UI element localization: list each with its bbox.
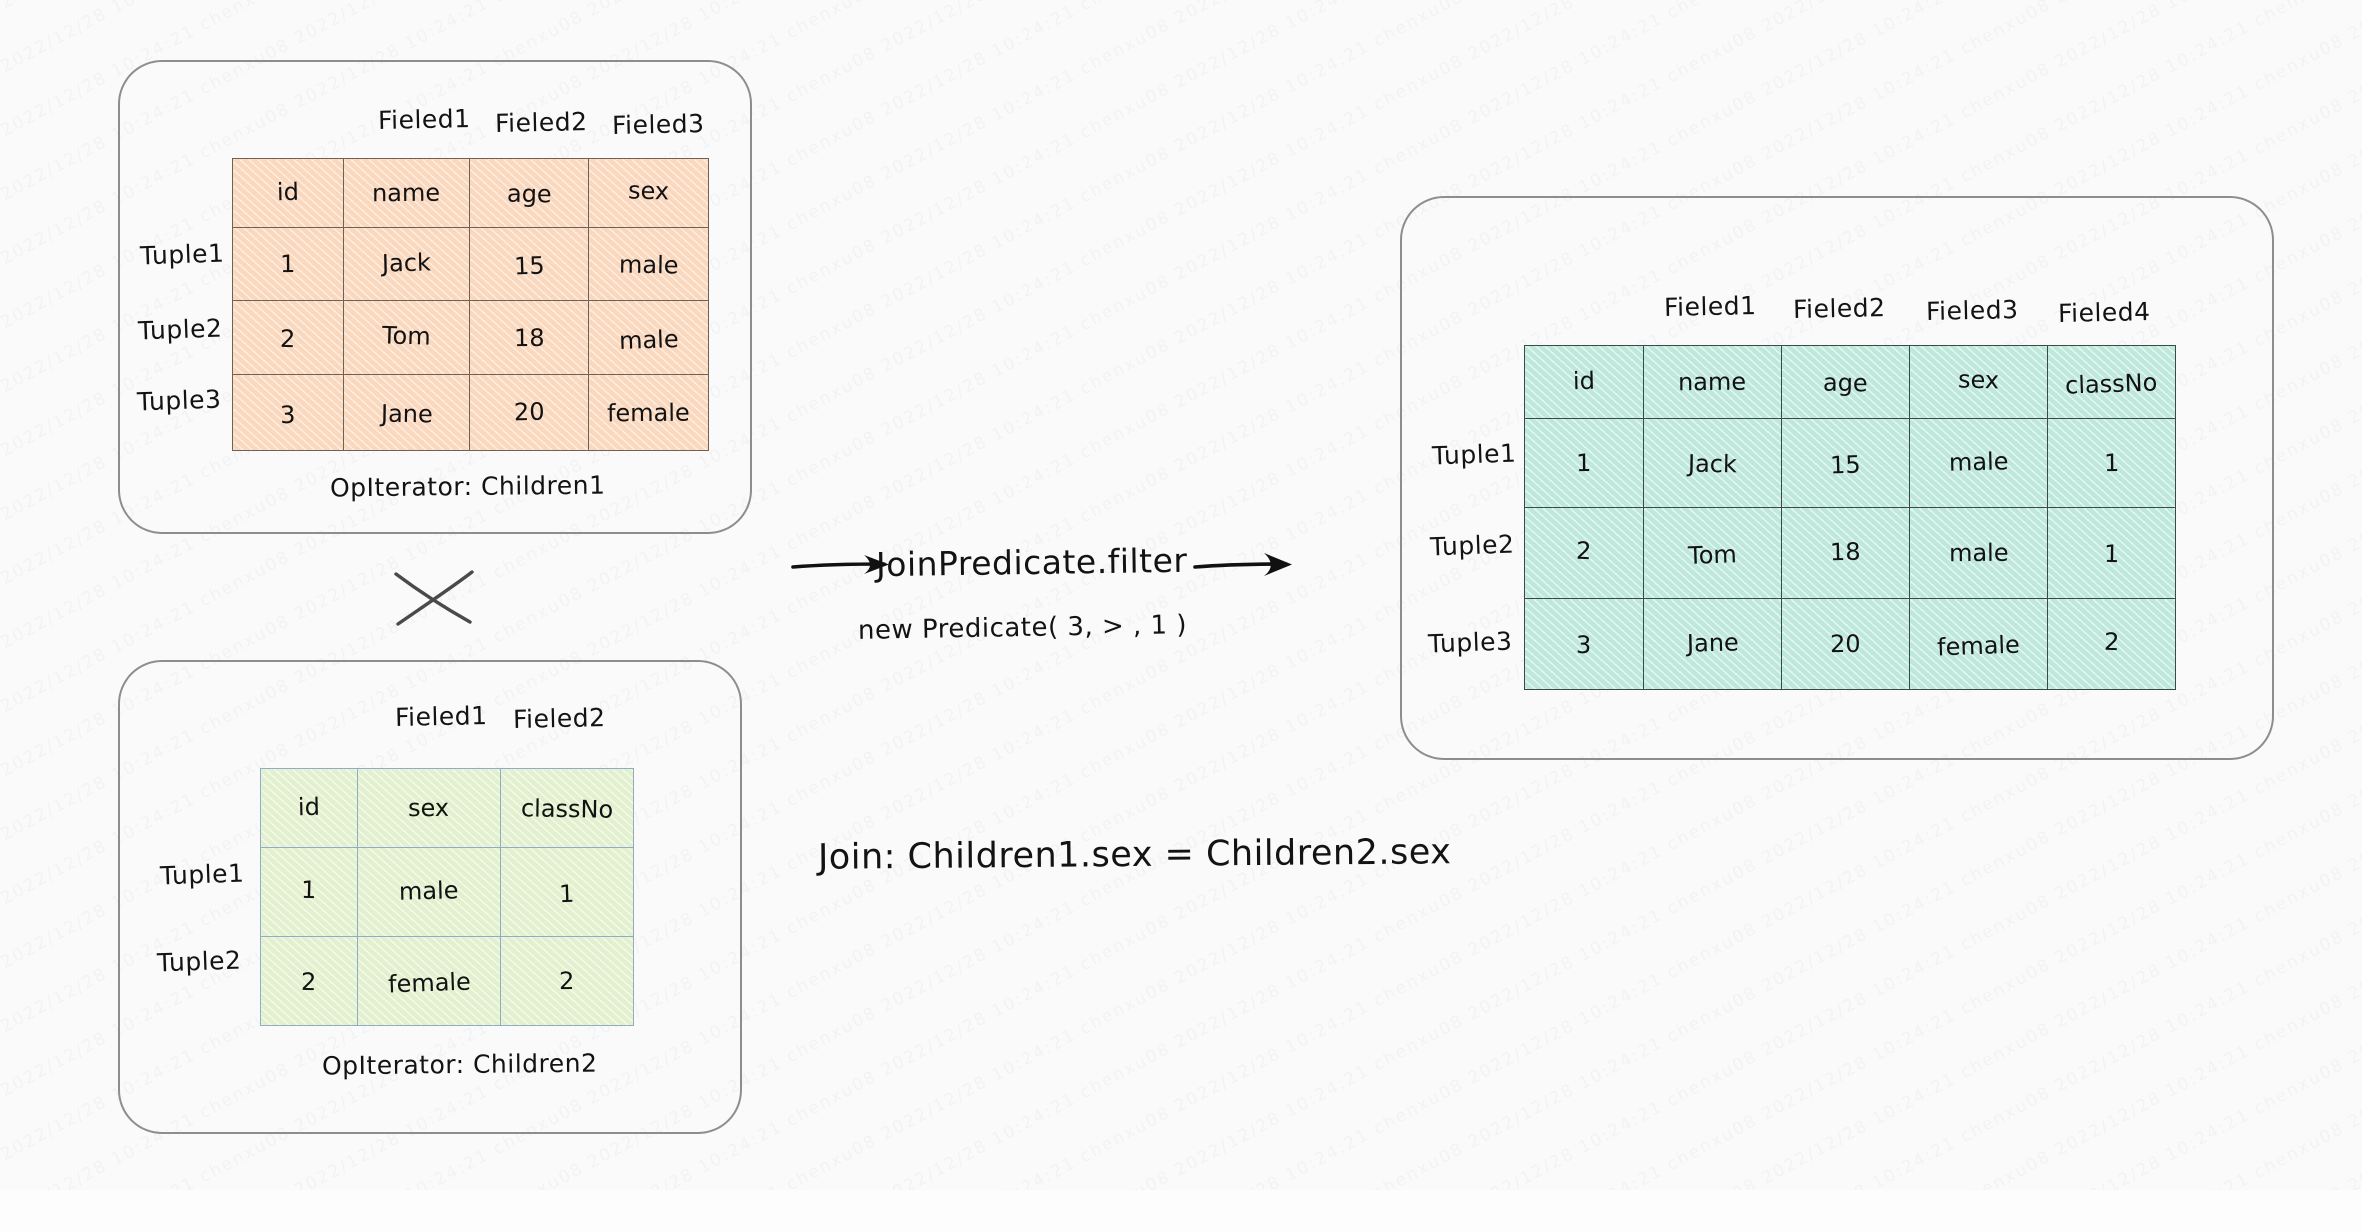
cell: 1 xyxy=(301,875,318,905)
cell: Jane xyxy=(1686,628,1739,658)
cell: sex xyxy=(408,793,450,823)
diagram-canvas: chenxu08 2022/12/28 10:24:21 chenxu08 20… xyxy=(0,0,2362,1232)
table-row: id name age sex classNo xyxy=(1524,345,2176,419)
cell: sex xyxy=(1957,365,2000,395)
cell: 20 xyxy=(1830,629,1861,659)
table-row: 2 Tom 18 male 1 xyxy=(1524,507,2176,599)
cell: id xyxy=(1572,366,1596,396)
cell: 1 xyxy=(558,879,576,909)
table-row: 3 Jane 20 female 2 xyxy=(1524,598,2176,690)
predicate-label: new Predicate( 3, > , 1 ) xyxy=(857,610,1188,646)
children1-table: id name age sex 1 Jack 15 male 2 Tom 18 … xyxy=(232,158,709,451)
cell: 2 xyxy=(280,324,296,353)
cell: 2 xyxy=(1576,536,1593,566)
cell: male xyxy=(1948,447,2009,477)
cell: Tom xyxy=(1687,540,1738,570)
table-row: 1 male 1 xyxy=(260,847,634,937)
cell: Tom xyxy=(381,320,432,351)
cell: classNo xyxy=(520,794,614,824)
canvas-bottom-band xyxy=(0,1190,2362,1232)
cross-product-icon xyxy=(394,570,474,626)
children2-table: id sex classNo 1 male 1 2 female 2 xyxy=(260,768,634,1026)
cell: 18 xyxy=(1829,537,1862,567)
cell: female xyxy=(387,967,471,999)
cell: 15 xyxy=(513,251,545,281)
table-row: 1 Jack 15 male xyxy=(232,227,709,301)
cell: 1 xyxy=(2103,448,2120,478)
table-row: id sex classNo xyxy=(260,768,634,848)
cell: 3 xyxy=(1576,630,1592,660)
cell: male xyxy=(618,324,679,355)
table-row: 2 Tom 18 male xyxy=(232,300,709,375)
join-predicate-filter-label: JoinPredicate.filter xyxy=(875,540,1188,585)
cell: 2 xyxy=(301,967,317,997)
cell: 3 xyxy=(279,400,297,429)
cell: 2 xyxy=(559,966,575,996)
cell: 1 xyxy=(2103,539,2120,569)
cell: male xyxy=(618,250,679,280)
result-table: id name age sex classNo 1 Jack 15 male 1… xyxy=(1524,345,2176,690)
table-row: 1 Jack 15 male 1 xyxy=(1524,418,2176,508)
arrow-right-icon-right xyxy=(1193,553,1292,576)
arrow-right-icon-left xyxy=(791,555,889,574)
table-row: id name age sex xyxy=(232,158,709,228)
cell: Jack xyxy=(1687,449,1738,479)
cell: sex xyxy=(627,176,670,206)
cell: male xyxy=(398,876,460,906)
cell: 2 xyxy=(2103,627,2120,657)
cell: id xyxy=(297,792,321,822)
cell: 18 xyxy=(513,323,545,352)
table-row: 3 Jane 20 female xyxy=(232,374,709,451)
cell: Jane xyxy=(380,399,433,428)
cell: male xyxy=(1948,538,2009,568)
cell: 1 xyxy=(1576,448,1592,478)
cell: classNo xyxy=(2065,368,2159,400)
cell: age xyxy=(1822,368,1869,398)
cell: female xyxy=(1936,630,2021,662)
table-row: 2 female 2 xyxy=(260,936,634,1026)
cell: female xyxy=(607,398,690,427)
cell: age xyxy=(506,179,552,209)
join-condition-label: Join: Children1.sex = Children2.sex xyxy=(817,832,1452,878)
cell: name xyxy=(372,178,441,208)
cell: 20 xyxy=(513,397,545,426)
cell: Jack xyxy=(381,248,432,278)
cell: id xyxy=(276,177,300,207)
cell: 1 xyxy=(280,249,296,279)
cell: 15 xyxy=(1829,450,1862,480)
cell: name xyxy=(1678,367,1747,397)
